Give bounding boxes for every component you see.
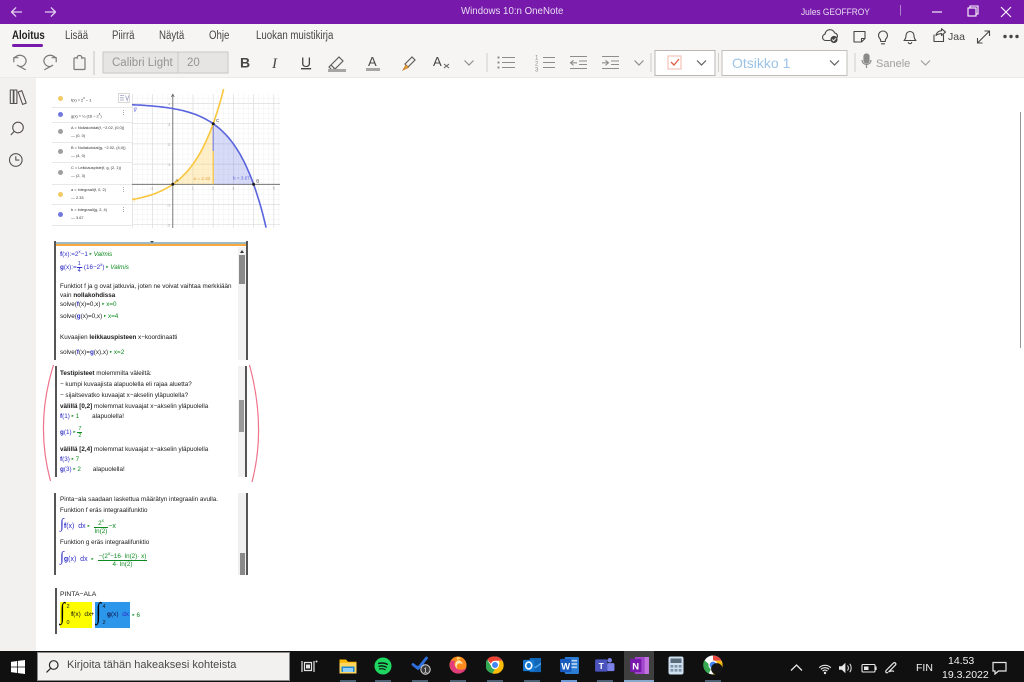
svg-text:3: 3	[535, 68, 539, 74]
svg-text:Calibri Light: Calibri Light	[112, 57, 174, 69]
svg-text:A: A	[433, 54, 442, 69]
svg-text:Sanele: Sanele	[876, 58, 910, 70]
svg-text:T: T	[599, 661, 605, 671]
svg-text:20: 20	[187, 57, 200, 69]
svg-text:1: 1	[423, 665, 427, 674]
svg-text:N: N	[632, 661, 639, 672]
svg-text:1: 1	[168, 163, 170, 167]
svg-text:Jaa: Jaa	[948, 31, 965, 43]
svg-text:4: 4	[168, 103, 170, 107]
svg-text:-2: -2	[167, 224, 170, 228]
svg-text:-1: -1	[167, 203, 170, 207]
svg-text:W: W	[561, 661, 570, 672]
svg-text:a = 2.33: a = 2.33	[194, 176, 211, 181]
svg-text:2: 2	[168, 143, 170, 147]
svg-text:1: 1	[192, 187, 194, 191]
svg-text:A: A	[368, 54, 377, 69]
svg-text:B: B	[240, 55, 250, 71]
svg-text:2: 2	[212, 187, 214, 191]
svg-text:B: B	[256, 178, 259, 183]
svg-text:U: U	[301, 54, 311, 70]
svg-text:5: 5	[273, 187, 275, 191]
svg-text:-1: -1	[150, 187, 153, 191]
svg-text:Otsikko 1: Otsikko 1	[732, 55, 791, 71]
svg-text:I: I	[271, 56, 278, 72]
svg-text:3: 3	[168, 123, 170, 127]
svg-text:b = 3.67: b = 3.67	[233, 176, 250, 181]
svg-text:3: 3	[232, 187, 234, 191]
